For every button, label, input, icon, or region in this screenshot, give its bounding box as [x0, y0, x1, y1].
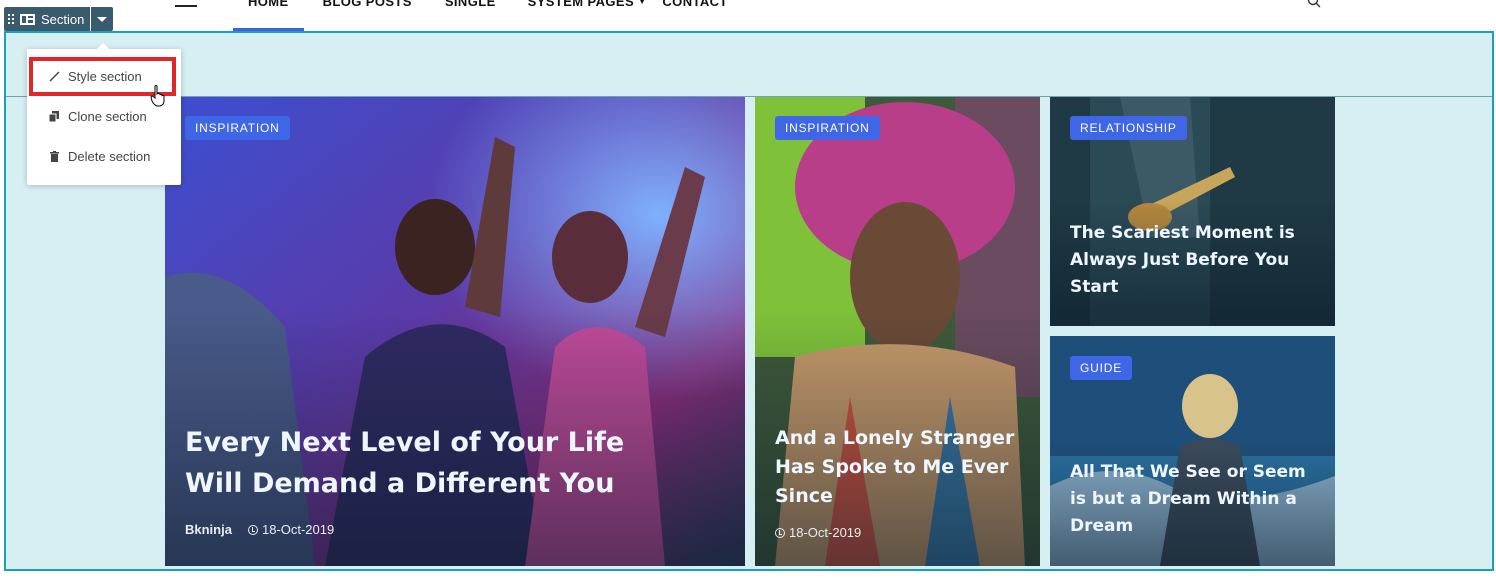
section-menu-toggle[interactable]: [91, 7, 114, 31]
chevron-down-icon: ▼: [638, 0, 647, 6]
layout-icon: [20, 13, 35, 25]
section-frame: [4, 31, 1494, 571]
nav-item-contact[interactable]: CONTACT: [647, 0, 742, 31]
section-label: Section: [41, 11, 85, 27]
drag-handle-icon[interactable]: [8, 14, 14, 24]
nav-item-home[interactable]: HOME: [233, 0, 304, 31]
trash-icon: [48, 150, 60, 162]
hamburger-menu-icon[interactable]: [175, 0, 197, 10]
top-navigation: HOME BLOG POSTS SINGLE SYSTEM PAGES ▼ CON…: [0, 0, 1496, 32]
nav-item-blog-posts[interactable]: BLOG POSTS: [308, 0, 427, 31]
menu-item-delete-section[interactable]: Delete section: [27, 141, 181, 171]
section-handle[interactable]: Section: [4, 7, 91, 31]
hand-cursor-icon: [150, 85, 165, 107]
copy-icon: [48, 110, 60, 122]
caret-down-icon: [97, 16, 108, 22]
search-icon[interactable]: [1307, 0, 1321, 8]
nav-item-single[interactable]: SINGLE: [430, 0, 511, 31]
section-toolbar: Section: [4, 7, 114, 31]
nav-item-system-pages[interactable]: SYSTEM PAGES ▼: [513, 0, 662, 31]
nav-menu: HOME BLOG POSTS SINGLE SYSTEM PAGES ▼ CON…: [233, 0, 743, 31]
